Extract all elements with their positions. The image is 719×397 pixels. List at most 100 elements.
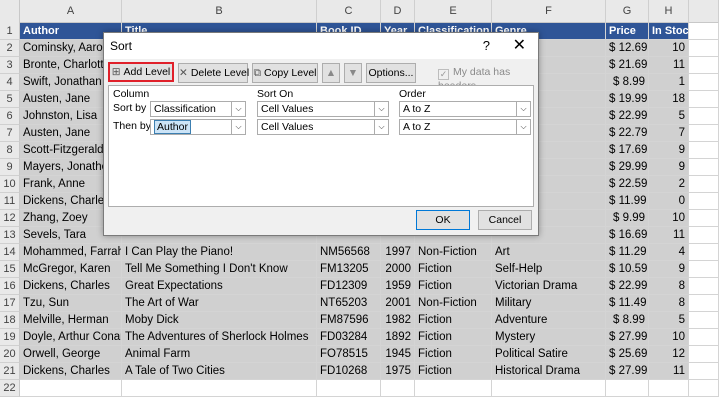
cell[interactable] bbox=[689, 295, 719, 312]
cell[interactable] bbox=[689, 380, 719, 397]
column-header-blank[interactable] bbox=[689, 0, 719, 23]
cell[interactable]: $ 11.99 bbox=[606, 193, 649, 210]
row-header[interactable]: 13 bbox=[0, 227, 20, 244]
cell[interactable]: $ 22.99 bbox=[606, 278, 649, 295]
cell[interactable]: $ 8.99 bbox=[606, 74, 649, 91]
cell[interactable] bbox=[649, 380, 689, 397]
row-header[interactable]: 18 bbox=[0, 312, 20, 329]
cell[interactable]: $ 9.99 bbox=[606, 210, 649, 227]
cancel-button[interactable]: Cancel bbox=[478, 210, 532, 230]
cell[interactable]: Victorian Drama bbox=[492, 278, 606, 295]
cell[interactable]: Adventure bbox=[492, 312, 606, 329]
cell[interactable]: Moby Dick bbox=[122, 312, 317, 329]
cell[interactable]: $ 11.29 bbox=[606, 244, 649, 261]
cell[interactable] bbox=[381, 380, 415, 397]
cell[interactable]: Dickens, Charles bbox=[20, 278, 122, 295]
cell[interactable]: In Stock bbox=[649, 23, 689, 40]
cell[interactable]: $ 19.99 bbox=[606, 91, 649, 108]
cell[interactable]: 1975 bbox=[381, 363, 415, 380]
cell[interactable]: 1959 bbox=[381, 278, 415, 295]
cell[interactable]: 10 bbox=[649, 40, 689, 57]
row-header[interactable]: 20 bbox=[0, 346, 20, 363]
cell[interactable]: $ 10.59 bbox=[606, 261, 649, 278]
cell[interactable]: The Art of War bbox=[122, 295, 317, 312]
cell[interactable] bbox=[317, 380, 381, 397]
cell[interactable]: $ 22.79 bbox=[606, 125, 649, 142]
cell[interactable]: Melville, Herman bbox=[20, 312, 122, 329]
cell[interactable]: $ 29.99 bbox=[606, 159, 649, 176]
cell[interactable] bbox=[689, 108, 719, 125]
cell[interactable]: Tell Me Something I Don't Know bbox=[122, 261, 317, 278]
cell[interactable]: 4 bbox=[649, 244, 689, 261]
row-header[interactable]: 21 bbox=[0, 363, 20, 380]
row-header[interactable]: 12 bbox=[0, 210, 20, 227]
move-up-button[interactable]: ▲ bbox=[322, 63, 340, 83]
cell[interactable]: Fiction bbox=[415, 312, 492, 329]
cell[interactable]: FD10268 bbox=[317, 363, 381, 380]
cell[interactable] bbox=[689, 210, 719, 227]
cell[interactable]: 2000 bbox=[381, 261, 415, 278]
copy-level-button[interactable]: ⧉ Copy Level bbox=[252, 63, 318, 83]
cell[interactable]: $ 22.59 bbox=[606, 176, 649, 193]
cell[interactable]: $ 17.69 bbox=[606, 142, 649, 159]
cell[interactable] bbox=[689, 193, 719, 210]
cell[interactable]: $ 27.99 bbox=[606, 363, 649, 380]
row-header[interactable]: 1 bbox=[0, 23, 20, 40]
cell[interactable]: Dickens, Charles bbox=[20, 363, 122, 380]
cell[interactable] bbox=[689, 159, 719, 176]
cell[interactable]: 2001 bbox=[381, 295, 415, 312]
row-header[interactable]: 19 bbox=[0, 329, 20, 346]
column-header-F[interactable]: F bbox=[492, 0, 606, 23]
cell[interactable] bbox=[122, 380, 317, 397]
row-header[interactable]: 16 bbox=[0, 278, 20, 295]
cell[interactable] bbox=[689, 40, 719, 57]
column-header-B[interactable]: B bbox=[122, 0, 317, 23]
cell[interactable]: FD03284 bbox=[317, 329, 381, 346]
cell[interactable] bbox=[689, 346, 719, 363]
cell[interactable]: 5 bbox=[649, 108, 689, 125]
column-header-G[interactable]: G bbox=[606, 0, 649, 23]
cell[interactable] bbox=[689, 74, 719, 91]
cell[interactable]: $ 12.69 bbox=[606, 40, 649, 57]
row-header[interactable]: 3 bbox=[0, 57, 20, 74]
row-header[interactable]: 10 bbox=[0, 176, 20, 193]
cell[interactable]: $ 25.69 bbox=[606, 346, 649, 363]
then-by-column-select[interactable]: Author ⌵ bbox=[150, 119, 246, 135]
sort-by-column-select[interactable]: Classification ⌵ bbox=[150, 101, 246, 117]
cell[interactable]: FM87596 bbox=[317, 312, 381, 329]
cell[interactable]: 8 bbox=[649, 295, 689, 312]
column-header-E[interactable]: E bbox=[415, 0, 492, 23]
row-header[interactable]: 2 bbox=[0, 40, 20, 57]
cell[interactable] bbox=[606, 380, 649, 397]
column-header-A[interactable]: A bbox=[20, 0, 122, 23]
cell[interactable]: McGregor, Karen bbox=[20, 261, 122, 278]
cell[interactable] bbox=[689, 23, 719, 40]
cell[interactable]: Fiction bbox=[415, 363, 492, 380]
sort-by-sort-on-select[interactable]: Cell Values ⌵ bbox=[257, 101, 389, 117]
cell[interactable] bbox=[689, 91, 719, 108]
cell[interactable] bbox=[689, 261, 719, 278]
cell[interactable]: 9 bbox=[649, 142, 689, 159]
cell[interactable] bbox=[689, 227, 719, 244]
cell[interactable]: Non-Fiction bbox=[415, 244, 492, 261]
cell[interactable] bbox=[689, 363, 719, 380]
cell[interactable]: Historical Drama bbox=[492, 363, 606, 380]
add-level-button[interactable]: ⊞ Add Level bbox=[108, 62, 174, 82]
cell[interactable] bbox=[689, 125, 719, 142]
cell[interactable]: $ 16.69 bbox=[606, 227, 649, 244]
row-header[interactable]: 22 bbox=[0, 380, 20, 397]
cell[interactable]: 11 bbox=[649, 57, 689, 74]
column-header-C[interactable]: C bbox=[317, 0, 381, 23]
cell[interactable] bbox=[415, 380, 492, 397]
cell[interactable]: 1997 bbox=[381, 244, 415, 261]
cell[interactable] bbox=[689, 329, 719, 346]
options-button[interactable]: Options... bbox=[366, 63, 416, 83]
cell[interactable]: 2 bbox=[649, 176, 689, 193]
cell[interactable]: 11 bbox=[649, 363, 689, 380]
cell[interactable]: 9 bbox=[649, 159, 689, 176]
cell[interactable]: 10 bbox=[649, 210, 689, 227]
cell[interactable]: Animal Farm bbox=[122, 346, 317, 363]
close-icon[interactable]: ✕ bbox=[513, 33, 526, 59]
row-header[interactable]: 11 bbox=[0, 193, 20, 210]
cell[interactable]: 1945 bbox=[381, 346, 415, 363]
